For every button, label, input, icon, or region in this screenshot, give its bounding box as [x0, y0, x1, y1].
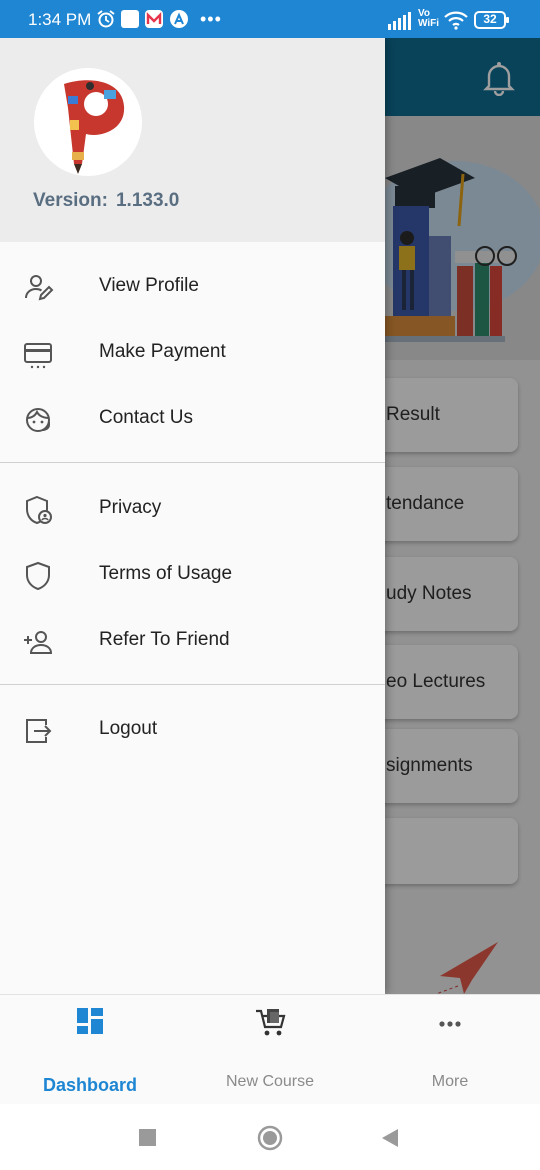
back-button-icon[interactable]	[381, 1128, 399, 1153]
app-logo	[34, 68, 142, 176]
drawer-header: Version: 1.133.0	[0, 38, 385, 242]
drawer-item-refer-to-friend[interactable]: Refer To Friend	[0, 610, 385, 672]
shield-icon	[22, 560, 54, 592]
status-time: 1:34 PM	[28, 10, 92, 29]
cart-icon	[254, 1005, 288, 1044]
support-agent-icon	[22, 404, 54, 436]
dashboard-icon	[76, 1007, 104, 1040]
myntra-app-icon	[145, 10, 163, 33]
tab-new-course[interactable]: New Course	[180, 995, 360, 1105]
tab-more[interactable]: More	[360, 995, 540, 1105]
signal-icon	[388, 12, 414, 35]
home-button-icon[interactable]	[257, 1125, 283, 1156]
system-navigation-bar	[0, 1104, 540, 1170]
drawer-divider	[0, 462, 385, 463]
logout-icon	[22, 715, 54, 747]
drawer-item-view-profile[interactable]: View Profile	[0, 256, 385, 318]
drawer-item-logout[interactable]: Logout	[0, 699, 385, 761]
version-number: 1.133.0	[115, 190, 180, 211]
drawer-divider	[0, 684, 385, 685]
wifi-icon	[444, 10, 468, 35]
drawer-item-privacy[interactable]: Privacy	[0, 478, 385, 540]
vowifi-label: Vo WiFi	[418, 8, 440, 29]
add-user-icon	[22, 626, 54, 658]
app-a-icon	[170, 10, 188, 33]
credit-card-icon	[22, 338, 54, 370]
version-label: Version:	[33, 190, 108, 211]
drawer-item-make-payment[interactable]: Make Payment	[0, 322, 385, 384]
notification-square-icon	[121, 10, 139, 33]
app-version: Version: 1.133.0	[33, 190, 179, 212]
drawer-item-contact-us[interactable]: Contact Us	[0, 388, 385, 450]
battery-level: 32	[483, 12, 497, 26]
user-edit-icon	[22, 272, 54, 304]
tab-dashboard[interactable]: Dashboard	[0, 995, 180, 1105]
more-icon	[438, 1015, 462, 1033]
privacy-shield-icon	[22, 494, 54, 526]
navigation-drawer: Version: 1.133.0 View Profile Make Paymen…	[0, 38, 385, 994]
more-notifications-icon: •••	[200, 9, 222, 29]
recents-button-icon[interactable]	[139, 1129, 157, 1152]
bottom-navigation: Dashboard New Course More	[0, 994, 540, 1105]
alarm-icon	[96, 9, 116, 34]
battery-icon: 32	[474, 11, 510, 34]
status-bar: 1:34 PM ••• Vo WiFi 32	[0, 0, 540, 38]
drawer-item-terms-of-usage[interactable]: Terms of Usage	[0, 544, 385, 606]
